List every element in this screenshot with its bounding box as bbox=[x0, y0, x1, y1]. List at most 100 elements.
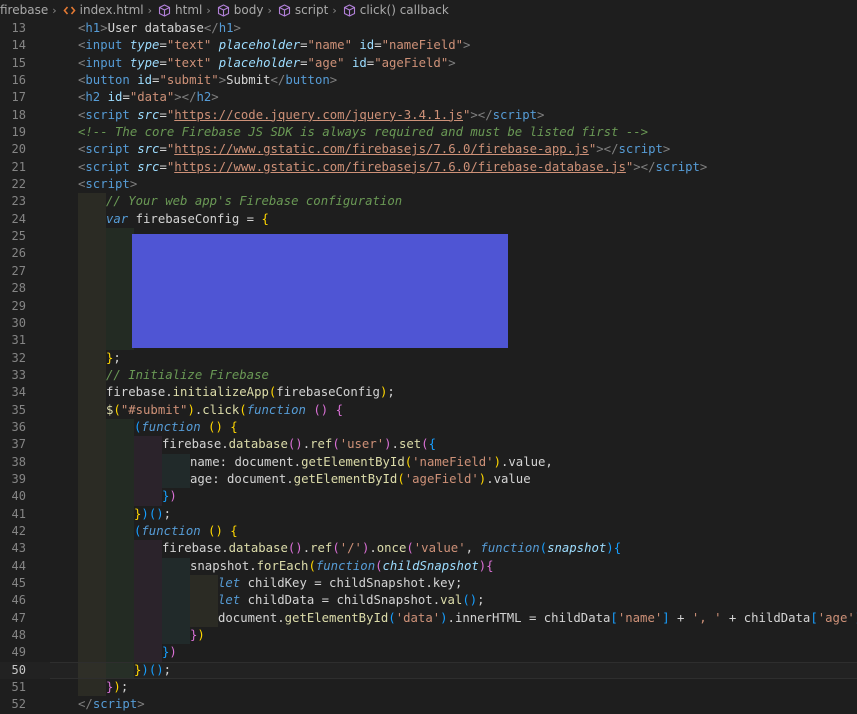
code-line[interactable]: 19 <!-- The core Firebase JS SDK is alway… bbox=[0, 124, 857, 141]
code-line[interactable]: 49}) bbox=[0, 644, 857, 662]
line-number: 51 bbox=[11, 680, 26, 695]
code-line[interactable]: 36 (function () { bbox=[0, 418, 857, 437]
code-text: <button id="submit">Submit</button> bbox=[78, 72, 337, 89]
code-token: "data" bbox=[129, 90, 175, 105]
code-line[interactable]: 15 <input type="text" placeholder="age" i… bbox=[0, 55, 857, 72]
line-number: 43 bbox=[11, 541, 26, 556]
code-line[interactable]: 23 // Your web app's Firebase configurati… bbox=[0, 193, 857, 211]
code-line[interactable]: 45 let childKey = childSnapshot.key; bbox=[0, 575, 857, 593]
breadcrumb-label: body bbox=[233, 3, 264, 17]
code-token: function bbox=[480, 541, 540, 556]
code-line[interactable]: 18 <script src="https://code.jquery.com/j… bbox=[0, 107, 857, 124]
indent-guide bbox=[78, 505, 106, 523]
line-number: 16 bbox=[11, 73, 26, 88]
line-number: 33 bbox=[11, 367, 26, 382]
code-text: }) bbox=[162, 644, 177, 661]
code-token: > bbox=[100, 21, 108, 35]
breadcrumb-item[interactable]: index.html bbox=[61, 3, 144, 17]
code-token: > bbox=[129, 177, 138, 192]
code-token: ) bbox=[187, 402, 195, 417]
code-token: ( bbox=[421, 437, 429, 452]
code-line[interactable]: 42 (function () { bbox=[0, 522, 857, 541]
code-line[interactable]: 44 snapshot.forEach(function(childSnapsho… bbox=[0, 557, 857, 575]
indent-guide bbox=[78, 228, 106, 246]
code-token: > bbox=[537, 107, 545, 122]
code-line[interactable]: 38 name: document.getElementById('nameFie… bbox=[0, 453, 857, 471]
code-token: function bbox=[141, 523, 201, 538]
code-token: forEach bbox=[256, 558, 309, 573]
code-line[interactable]: 34 firebase.initializeApp(firebaseConfig)… bbox=[0, 384, 857, 402]
code-token: () bbox=[208, 419, 223, 434]
code-token: , bbox=[465, 541, 481, 556]
code-token: input bbox=[85, 55, 123, 70]
code-line[interactable]: 40}) bbox=[0, 488, 857, 506]
breadcrumb-item[interactable]: html bbox=[156, 3, 202, 17]
line-number: 48 bbox=[11, 628, 26, 643]
code-line[interactable]: 48}) bbox=[0, 627, 857, 645]
code-token: // Your web app's Firebase configuration bbox=[106, 194, 403, 209]
code-line[interactable]: 52 </script> bbox=[0, 696, 857, 713]
code-token: ) bbox=[169, 489, 177, 504]
cube-icon bbox=[158, 3, 171, 17]
code-token: </ bbox=[270, 73, 286, 88]
code-line[interactable]: 24 var firebaseConfig = { bbox=[0, 210, 857, 229]
code-token: age bbox=[190, 471, 213, 486]
code-line[interactable]: 21 <script src="https://www.gstatic.com/f… bbox=[0, 159, 857, 176]
code-token: : bbox=[219, 454, 235, 469]
html-file-icon bbox=[63, 4, 76, 17]
code-token: input bbox=[85, 38, 123, 53]
code-token: value bbox=[493, 471, 531, 486]
indent-guide bbox=[78, 262, 106, 281]
code-text: </script> bbox=[78, 696, 145, 713]
code-token: + bbox=[669, 610, 692, 625]
code-line[interactable]: 43 firebase.database().ref('/').once('val… bbox=[0, 540, 857, 558]
code-token: ; bbox=[163, 506, 172, 521]
code-line[interactable]: 37 firebase.database().ref('user').set({ bbox=[0, 436, 857, 454]
breadcrumb-item[interactable]: script bbox=[276, 3, 328, 17]
indent-guide bbox=[134, 627, 162, 645]
code-token: { bbox=[261, 211, 269, 226]
indent-guide bbox=[78, 314, 106, 333]
code-line[interactable]: 14 <input type="text" placeholder="name" … bbox=[0, 37, 857, 54]
code-editor[interactable]: 13 <h1>User database</h1> 14 <input type="t… bbox=[0, 20, 857, 714]
indent-guide bbox=[78, 332, 106, 350]
code-line[interactable]: 33 // Initialize Firebase bbox=[0, 366, 857, 385]
code-line[interactable]: 50})(); bbox=[0, 661, 857, 680]
code-token: [ bbox=[610, 610, 618, 625]
indent-guide bbox=[78, 679, 106, 697]
code-line[interactable]: 16 <button id="submit">Submit</button> bbox=[0, 72, 857, 89]
code-token: "nameField" bbox=[381, 38, 464, 53]
breadcrumb-item[interactable]: click() callback bbox=[341, 3, 449, 17]
code-line[interactable]: 13 <h1>User database</h1> bbox=[0, 20, 857, 37]
code-line[interactable]: 47 document.getElementById('data').innerH… bbox=[0, 609, 857, 628]
indent-guide bbox=[78, 418, 106, 437]
code-token: childKey = childSnapshot bbox=[240, 576, 426, 590]
breadcrumb-item[interactable]: firebase bbox=[0, 3, 48, 17]
code-line[interactable]: 32}; bbox=[0, 349, 857, 367]
code-line[interactable]: 35 $("#submit").click(function () { bbox=[0, 401, 857, 419]
code-token: ) bbox=[606, 541, 614, 556]
code-line[interactable]: 41})(); bbox=[0, 505, 857, 523]
code-line[interactable]: 51}); bbox=[0, 679, 857, 697]
breadcrumb-label: html bbox=[175, 3, 203, 17]
indent-guide bbox=[78, 366, 106, 385]
line-number: 27 bbox=[11, 263, 26, 278]
code-token: . bbox=[425, 576, 433, 590]
code-line[interactable]: 17 <h2 id="data"></h2> bbox=[0, 89, 857, 106]
code-token: src bbox=[137, 142, 160, 157]
code-line[interactable]: 46 let childData = childSnapshot.val(); bbox=[0, 592, 857, 610]
code-token: : bbox=[212, 471, 228, 486]
indent-guide bbox=[190, 575, 218, 593]
code-line[interactable]: 20 <script src="https://www.gstatic.com/f… bbox=[0, 141, 857, 158]
code-token: firebaseConfig bbox=[135, 211, 240, 226]
code-token: h2 bbox=[196, 90, 212, 105]
code-token: ( bbox=[397, 471, 405, 486]
cube-icon bbox=[278, 3, 291, 17]
breadcrumb-item[interactable]: body bbox=[215, 3, 264, 17]
code-line[interactable]: 39 age: document.getElementById('ageField… bbox=[0, 470, 857, 489]
line-number: 47 bbox=[11, 610, 26, 625]
code-line[interactable]: 22 <script> bbox=[0, 176, 857, 193]
